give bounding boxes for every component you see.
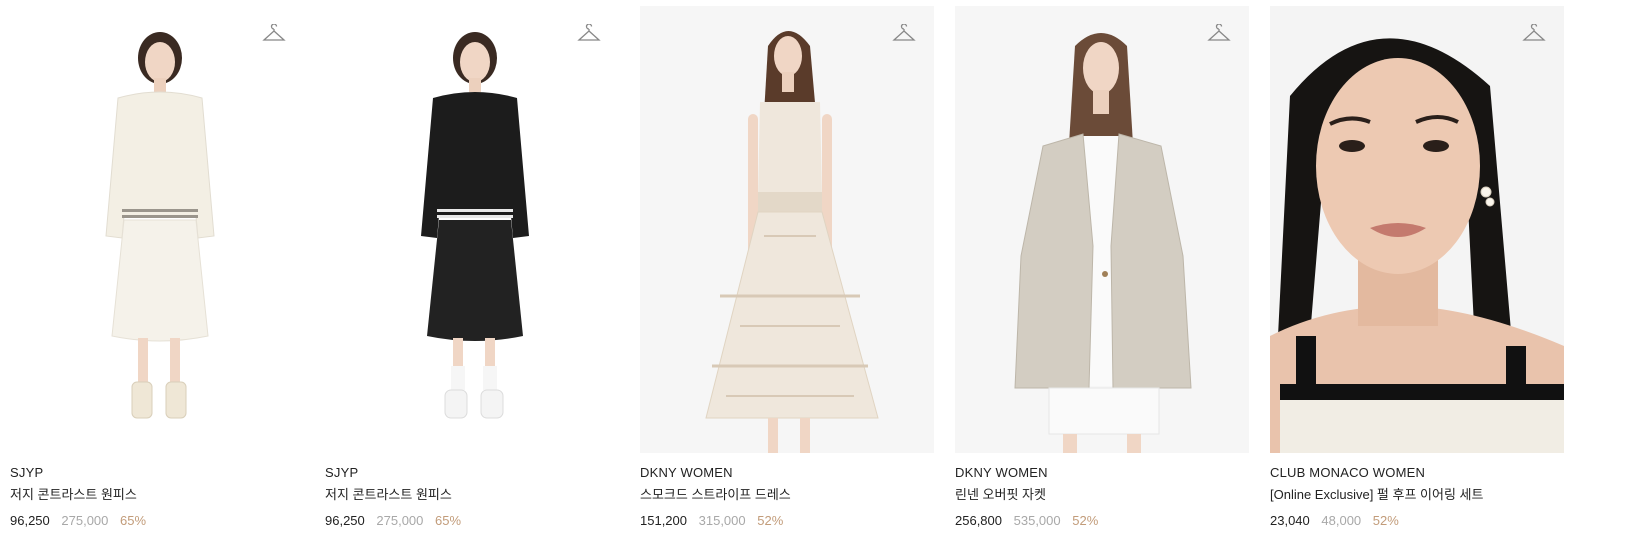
hanger-icon[interactable] [1207,24,1231,44]
price-row: 256,800 535,000 52% [955,511,1251,531]
product-name[interactable]: 저지 콘트라스트 원피스 [10,485,306,505]
price-row: 96,250 275,000 65% [325,511,621,531]
product-info: DKNY WOMEN 스모크드 스트라이프 드레스 151,200 315,00… [640,463,936,531]
product-name[interactable]: 저지 콘트라스트 원피스 [325,485,621,505]
price-row: 23,040 48,000 52% [1270,511,1566,531]
product-name[interactable]: [Online Exclusive] 펄 후프 이어링 세트 [1270,485,1566,505]
discount-rate: 65% [435,513,462,528]
product-brand[interactable]: SJYP [325,463,621,483]
product-name[interactable]: 스모크드 스트라이프 드레스 [640,485,936,505]
product-card[interactable]: SJYP 저지 콘트라스트 원피스 96,250 275,000 65% [315,6,630,556]
original-price: 275,000 [376,513,424,528]
sale-price: 23,040 [1270,513,1310,528]
original-price: 535,000 [1013,513,1061,528]
product-card[interactable]: CLUB MONACO WOMEN [Online Exclusive] 펄 후… [1260,6,1575,556]
hanger-icon[interactable] [892,24,916,44]
sale-price: 96,250 [10,513,50,528]
product-card[interactable]: DKNY WOMEN 린넨 오버핏 자켓 256,800 535,000 52% [945,6,1260,556]
product-brand[interactable]: DKNY WOMEN [955,463,1251,483]
product-brand[interactable]: CLUB MONACO WOMEN [1270,463,1566,483]
product-image[interactable] [1270,6,1564,453]
product-card[interactable]: DKNY WOMEN 스모크드 스트라이프 드레스 151,200 315,00… [630,6,945,556]
hanger-icon[interactable] [1522,24,1546,44]
sale-price: 151,200 [640,513,687,528]
product-info: SJYP 저지 콘트라스트 원피스 96,250 275,000 65% [325,463,621,531]
hanger-icon[interactable] [262,24,286,44]
sale-price: 96,250 [325,513,365,528]
product-brand[interactable]: DKNY WOMEN [640,463,936,483]
original-price: 315,000 [698,513,746,528]
product-info: SJYP 저지 콘트라스트 원피스 96,250 275,000 65% [10,463,306,531]
original-price: 275,000 [61,513,109,528]
discount-rate: 52% [1072,513,1099,528]
original-price: 48,000 [1321,513,1362,528]
price-row: 96,250 275,000 65% [10,511,306,531]
product-image[interactable] [640,6,934,453]
product-image[interactable] [325,6,619,453]
product-brand[interactable]: SJYP [10,463,306,483]
product-info: DKNY WOMEN 린넨 오버핏 자켓 256,800 535,000 52% [955,463,1251,531]
product-name[interactable]: 린넨 오버핏 자켓 [955,485,1251,505]
discount-rate: 65% [120,513,147,528]
product-info: CLUB MONACO WOMEN [Online Exclusive] 펄 후… [1270,463,1566,531]
price-row: 151,200 315,000 52% [640,511,936,531]
discount-rate: 52% [757,513,784,528]
product-grid: SJYP 저지 콘트라스트 원피스 96,250 275,000 65% SJY… [0,0,1635,556]
sale-price: 256,800 [955,513,1002,528]
hanger-icon[interactable] [577,24,601,44]
product-image[interactable] [955,6,1249,453]
product-image[interactable] [10,6,304,453]
discount-rate: 52% [1372,513,1399,528]
product-card[interactable]: SJYP 저지 콘트라스트 원피스 96,250 275,000 65% [0,6,315,556]
